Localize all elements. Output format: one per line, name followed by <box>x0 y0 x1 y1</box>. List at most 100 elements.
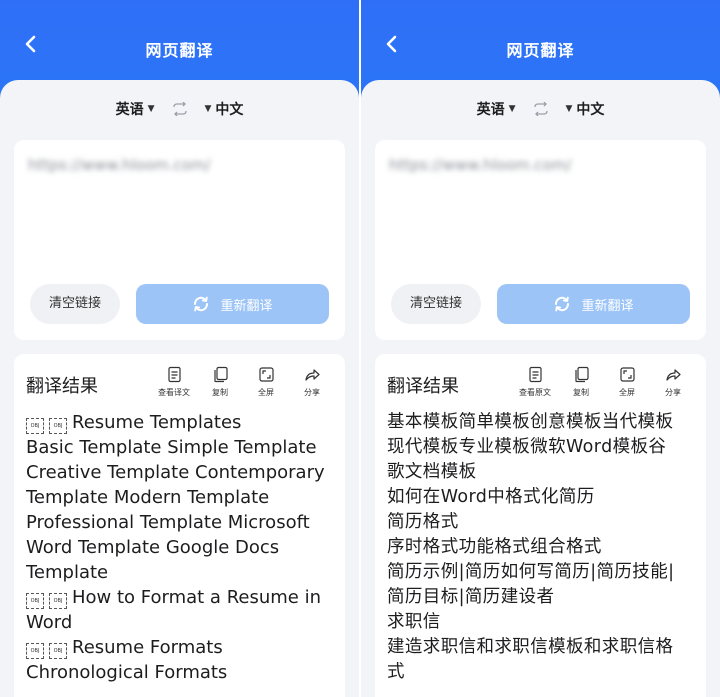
object-placeholder-icon: OBJ <box>49 418 67 434</box>
refresh-icon <box>555 296 570 312</box>
translation-result-text: OBJ OBJ Resume Templates Basic Template Sim… <box>26 410 333 697</box>
result-line: Word <box>26 610 333 635</box>
clear-link-button[interactable]: 清空链接 <box>391 284 481 324</box>
retranslate-label: 重新翻译 <box>220 298 273 314</box>
copy-icon <box>574 366 589 383</box>
result-line-text: Basic Template Simple Template <box>26 437 317 458</box>
language-selector: 英语 ▼ ▼ 中文 <box>361 98 720 120</box>
result-line-text: Word Template Google Docs <box>26 537 280 558</box>
refresh-icon <box>194 296 209 312</box>
result-line-text: Template <box>26 562 109 583</box>
caret-down-icon: ▼ <box>565 104 573 114</box>
view-text-icon <box>167 366 181 383</box>
result-line: 现代模板专业模板微软Word模板谷 <box>387 437 667 457</box>
url-input-card: https://www.hloom.com/ 清空链接 重新翻译 <box>14 140 345 340</box>
swap-icon[interactable] <box>171 102 189 116</box>
content-sheet: 英语 ▼ ▼ 中文 https://www.hloom.com/ 清空链接 重新… <box>0 80 359 697</box>
retranslate-button[interactable]: 重新翻译 <box>136 284 329 324</box>
tool-label: 全屏 <box>258 388 274 397</box>
fullscreen-icon <box>258 367 274 382</box>
translation-result-text: 基本模板简单模板创意模板当代模板 现代模板专业模板微软Word模板谷 歌文档模板如何… <box>387 410 694 697</box>
caret-down-icon: ▼ <box>508 104 516 114</box>
object-placeholder-icon: OBJ <box>49 593 67 609</box>
result-line-text: Word <box>26 612 73 633</box>
result-line: Professional Template Microsoft <box>26 510 333 535</box>
result-toolbar: 查看译文 复制 全屏 分享 <box>155 366 331 398</box>
result-line: 简历格式 <box>387 512 459 532</box>
result-card: 翻译结果 查看译文 复制 全屏 分享 OBJ OBJ Resume Templa… <box>14 354 345 697</box>
fullscreen-icon <box>619 367 635 382</box>
result-line-text: Resume Templates <box>72 412 242 433</box>
object-placeholder-icon: OBJ <box>26 643 44 659</box>
result-line: Creative Template Contemporary <box>26 460 333 485</box>
target-language-label: 中文 <box>576 102 605 118</box>
result-header: 翻译结果 查看原文 复制 全屏 分享 <box>375 354 706 412</box>
source-language-label: 英语 <box>115 102 144 118</box>
swap-icon[interactable] <box>532 102 550 116</box>
url-input[interactable]: https://www.hloom.com/ <box>28 156 331 174</box>
retranslate-button[interactable]: 重新翻译 <box>497 284 690 324</box>
clear-link-button[interactable]: 清空链接 <box>30 284 120 324</box>
content-sheet: 英语 ▼ ▼ 中文 https://www.hloom.com/ 清空链接 重新… <box>361 80 720 697</box>
source-language-dropdown[interactable]: 英语 ▼ <box>116 99 155 119</box>
page-title: 网页翻译 <box>506 41 575 60</box>
left-panel: 网页翻译 英语 ▼ ▼ 中文 https://www.hloom.com/ 清空… <box>0 0 359 697</box>
tool-label: 复制 <box>212 388 228 397</box>
tool-label: 查看译文 <box>158 388 190 397</box>
result-line-text: Template Modern Template <box>26 487 270 508</box>
result-line: Template <box>26 560 333 585</box>
share-button[interactable]: 分享 <box>293 366 331 398</box>
result-line: OBJ OBJ Resume Formats <box>26 635 333 660</box>
result-header: 翻译结果 查看译文 复制 全屏 分享 <box>14 354 345 412</box>
share-icon <box>304 369 320 381</box>
target-language-dropdown[interactable]: ▼ 中文 <box>205 99 244 119</box>
share-button[interactable]: 分享 <box>654 366 692 398</box>
view-original-button[interactable]: 查看原文 <box>516 366 554 398</box>
fullscreen-button[interactable]: 全屏 <box>247 366 285 398</box>
result-line: Basic Template Simple Template <box>26 435 333 460</box>
language-selector: 英语 ▼ ▼ 中文 <box>0 98 359 120</box>
caret-down-icon: ▼ <box>147 104 155 114</box>
result-line: 如何在Word中格式化简历 <box>387 487 595 507</box>
target-language-dropdown[interactable]: ▼ 中文 <box>566 99 605 119</box>
result-line-text: Creative Template Contemporary <box>26 462 325 483</box>
source-language-label: 英语 <box>476 102 505 118</box>
right-panel: 网页翻译 英语 ▼ ▼ 中文 https://www.hloom.com/ 清空… <box>361 0 720 697</box>
tool-label: 全屏 <box>619 388 635 397</box>
result-line: Chronological Formats <box>26 660 333 685</box>
object-placeholder-icon: OBJ <box>26 593 44 609</box>
copy-icon <box>213 366 228 383</box>
result-title: 翻译结果 <box>26 376 98 397</box>
tool-label: 分享 <box>304 388 320 397</box>
copy-button[interactable]: 复制 <box>201 366 239 398</box>
result-line: 简历目标|简历建设者 <box>387 587 555 607</box>
view-text-button[interactable]: 查看译文 <box>155 366 193 398</box>
fullscreen-button[interactable]: 全屏 <box>608 366 646 398</box>
result-line: 简历示例|简历如何写简历|简历技能| <box>387 562 675 582</box>
result-line: Template Modern Template <box>26 485 333 510</box>
result-line-text: Chronological Formats <box>26 662 228 683</box>
result-line-text: Professional Template Microsoft <box>26 512 310 533</box>
result-card: 翻译结果 查看原文 复制 全屏 分享 基本模板简单模板创意模板当代模板 现代模板… <box>375 354 706 697</box>
caret-down-icon: ▼ <box>204 104 212 114</box>
tool-label: 查看原文 <box>519 388 551 397</box>
tool-label: 复制 <box>573 388 589 397</box>
object-placeholder-icon: OBJ <box>49 643 67 659</box>
result-line: OBJ OBJ Resume Templates <box>26 410 333 435</box>
retranslate-label: 重新翻译 <box>581 298 634 314</box>
source-language-dropdown[interactable]: 英语 ▼ <box>477 99 516 119</box>
result-line-text: Resume Formats <box>72 637 223 658</box>
page-title: 网页翻译 <box>145 41 214 60</box>
result-line: OBJ OBJ How to Format a Resume in <box>26 585 333 610</box>
view-text-icon <box>528 366 542 383</box>
result-line: 歌文档模板 <box>387 462 477 482</box>
result-line-text: How to Format a Resume in <box>72 587 321 608</box>
result-line: 式 <box>387 662 405 682</box>
object-placeholder-icon: OBJ <box>26 418 44 434</box>
result-line: 求职信 <box>387 612 441 632</box>
url-input[interactable]: https://www.hloom.com/ <box>389 156 692 174</box>
result-line: 基本模板简单模板创意模板当代模板 <box>387 412 674 432</box>
copy-button[interactable]: 复制 <box>562 366 600 398</box>
result-line: 序时格式功能格式组合格式 <box>387 537 602 557</box>
result-title: 翻译结果 <box>387 376 459 397</box>
